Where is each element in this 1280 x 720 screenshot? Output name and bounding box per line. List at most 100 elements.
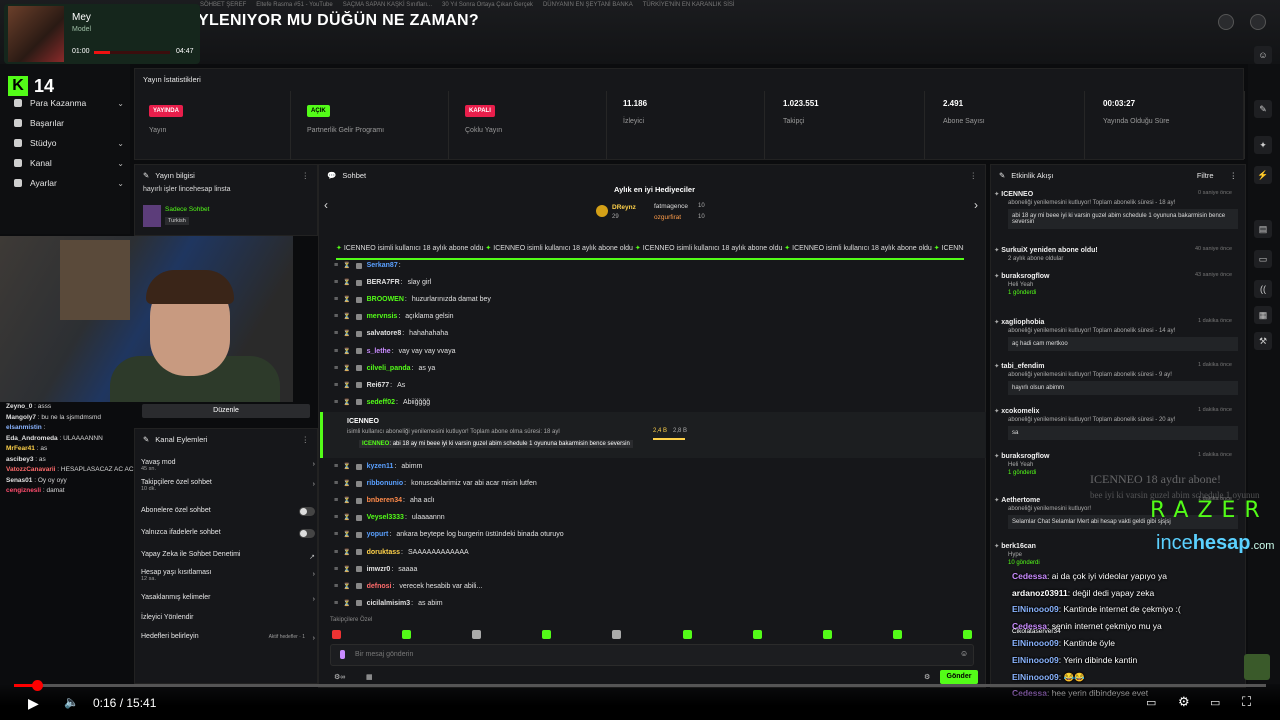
timeout-icon[interactable]: ⏳ xyxy=(343,330,350,337)
chat-username[interactable]: BROOWEN xyxy=(367,296,404,303)
drag-icon[interactable]: ≡ xyxy=(334,313,338,320)
song-progress-bar[interactable] xyxy=(94,51,170,54)
emote-icon[interactable] xyxy=(542,630,552,639)
chat-message-input[interactable]: Bir mesaj gönderin xyxy=(330,644,974,666)
feed-username[interactable]: xcokomelix xyxy=(1001,408,1039,415)
emote-icon[interactable] xyxy=(752,630,762,639)
timeout-icon[interactable]: ⏳ xyxy=(343,583,350,590)
drag-icon[interactable]: ≡ xyxy=(334,531,338,538)
chat-username[interactable]: mervnsis xyxy=(367,313,398,320)
mic-icon[interactable] xyxy=(340,650,345,659)
emote-icon[interactable] xyxy=(402,630,412,639)
more-icon[interactable]: ⋮ xyxy=(970,171,978,180)
timeout-icon[interactable]: ⏳ xyxy=(343,463,350,470)
subtitles-icon[interactable]: ▭ xyxy=(1146,696,1156,709)
chat-tools-icon[interactable]: ⚙∞ xyxy=(334,673,345,681)
more-icon[interactable]: ⋮ xyxy=(1230,171,1238,180)
more-icon[interactable]: ⋮ xyxy=(302,435,310,444)
emoji-icon[interactable]: ☺ xyxy=(960,649,968,658)
broadcast-icon[interactable]: (( xyxy=(1254,280,1272,298)
settings-icon[interactable]: ⚙ xyxy=(1178,694,1190,710)
timeout-icon[interactable]: ⏳ xyxy=(343,296,350,303)
edit-button[interactable]: Düzenle xyxy=(142,404,310,418)
channel-action-item[interactable]: İzleyici Yönlendir xyxy=(141,614,315,621)
emote-icon[interactable] xyxy=(332,630,341,639)
feed-username[interactable]: buraksrogflow xyxy=(1001,273,1049,280)
tools-icon[interactable]: ⚒ xyxy=(1254,332,1272,350)
timeout-icon[interactable]: ⏳ xyxy=(343,497,350,504)
drag-icon[interactable]: ≡ xyxy=(334,279,338,286)
chat-username[interactable]: bnberen34 xyxy=(367,497,402,504)
more-icon[interactable]: ⋮ xyxy=(302,171,310,180)
channel-avatar[interactable] xyxy=(1244,654,1270,680)
chat-username[interactable]: Rei677 xyxy=(367,382,390,389)
chat-username[interactable]: Veysel3333 xyxy=(367,514,404,521)
feed-username[interactable]: buraksrogflow xyxy=(1001,453,1049,460)
drag-icon[interactable]: ≡ xyxy=(334,549,338,556)
chat-username[interactable]: yopurt xyxy=(367,531,389,538)
mini-music-player[interactable]: Mey Model 01:00 04:47 xyxy=(4,4,200,64)
feed-username[interactable]: ICENNEO xyxy=(1001,191,1033,198)
toggle-switch[interactable] xyxy=(299,529,315,538)
chat-username[interactable]: Serkan87 xyxy=(367,262,398,269)
timeout-icon[interactable]: ⏳ xyxy=(343,480,350,487)
drag-icon[interactable]: ≡ xyxy=(334,600,338,607)
chat-username[interactable]: imwzr0 xyxy=(367,566,391,573)
chat-username[interactable]: kyzen11 xyxy=(367,463,394,470)
fullscreen-icon[interactable]: ⛶ xyxy=(1242,694,1251,710)
drag-icon[interactable]: ≡ xyxy=(334,348,338,355)
drag-icon[interactable]: ≡ xyxy=(334,497,338,504)
chat-username[interactable]: salvatore8 xyxy=(367,330,402,337)
filter-button[interactable]: Filtre xyxy=(1197,171,1214,180)
channel-action-item[interactable]: Takipçilere özel sohbet 10 dk. › xyxy=(141,479,315,492)
channel-action-item[interactable]: Hesap yaşı kısıtlaması 12 sa. › xyxy=(141,569,315,582)
stream-category[interactable]: Sadece Sohbet xyxy=(165,206,209,213)
prev-arrow-icon[interactable]: ‹ xyxy=(324,198,328,212)
drag-icon[interactable]: ≡ xyxy=(334,583,338,590)
drag-icon[interactable]: ≡ xyxy=(334,365,338,372)
layout-icon[interactable]: ▦ xyxy=(1254,306,1272,324)
channel-action-item[interactable]: Abonelere özel sohbet xyxy=(141,507,315,516)
calendar-icon[interactable]: ▦ xyxy=(366,673,373,681)
emote-icon[interactable] xyxy=(682,630,692,639)
next-arrow-icon[interactable]: › xyxy=(974,198,978,212)
timeout-icon[interactable]: ⏳ xyxy=(343,382,350,389)
sidebar-item[interactable]: Para Kazanma ⌄ xyxy=(14,98,124,108)
drag-icon[interactable]: ≡ xyxy=(334,330,338,337)
chat-settings-icon[interactable]: ⚙ xyxy=(924,673,930,681)
clock-icon[interactable] xyxy=(1218,14,1234,30)
browser-tab[interactable]: DÜNYANIN EN ŞEYTANİ BANKA xyxy=(543,2,633,14)
cast-icon[interactable]: ▭ xyxy=(1210,696,1220,709)
timeout-icon[interactable]: ⏳ xyxy=(343,600,350,607)
timeout-icon[interactable]: ⏳ xyxy=(343,279,350,286)
note-icon[interactable]: ▤ xyxy=(1254,220,1272,238)
toggle-switch[interactable] xyxy=(299,507,315,516)
drag-icon[interactable]: ≡ xyxy=(334,480,338,487)
feed-username[interactable]: Aethertome xyxy=(1001,497,1040,504)
bolt-icon[interactable]: ⚡ xyxy=(1254,166,1272,184)
timeout-icon[interactable]: ⏳ xyxy=(343,262,350,269)
sidebar-item[interactable]: Stüdyo ⌄ xyxy=(14,138,124,148)
user-icon[interactable]: ☺ xyxy=(1254,46,1272,64)
sidebar-item[interactable]: Ayarlar ⌄ xyxy=(14,178,124,188)
settings-icon[interactable]: ✦ xyxy=(1254,136,1272,154)
timeout-icon[interactable]: ⏳ xyxy=(343,348,350,355)
timeout-icon[interactable]: ⏳ xyxy=(343,313,350,320)
chat-username[interactable]: BERA7FR xyxy=(367,279,400,286)
drag-icon[interactable]: ≡ xyxy=(334,514,338,521)
timeout-icon[interactable]: ⏳ xyxy=(343,365,350,372)
chat-username[interactable]: cilveli_panda xyxy=(367,365,411,372)
chat-username[interactable]: s_lethe xyxy=(367,348,391,355)
send-button[interactable]: Gönder xyxy=(940,670,978,684)
channel-action-item[interactable]: Yavaş mod 45 sn. › xyxy=(141,459,315,472)
drag-icon[interactable]: ≡ xyxy=(334,399,338,406)
chat-username[interactable]: defnosi xyxy=(367,583,392,590)
pencil-icon[interactable]: ✎ xyxy=(1254,100,1272,118)
feed-username[interactable]: SurkuiX yeniden abone oldu! xyxy=(1001,247,1097,254)
drag-icon[interactable]: ≡ xyxy=(334,566,338,573)
feed-username[interactable]: tabi_efendim xyxy=(1001,363,1044,370)
drag-icon[interactable]: ≡ xyxy=(334,296,338,303)
scrubber-handle[interactable] xyxy=(32,680,43,691)
chat-username[interactable]: doruktass xyxy=(367,549,400,556)
sidebar-item[interactable]: Başarılar xyxy=(14,118,124,128)
